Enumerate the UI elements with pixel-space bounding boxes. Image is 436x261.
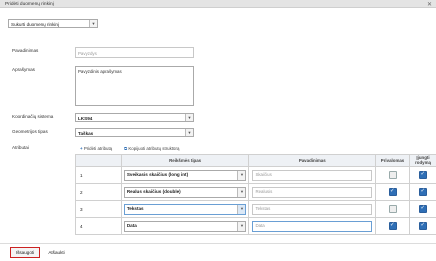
close-icon[interactable]: ✕	[427, 1, 432, 8]
name-label: Pavadinimas	[12, 48, 39, 53]
type-select[interactable]: Data ▼	[123, 220, 247, 232]
attribute-name-placeholder: Realusis	[255, 189, 273, 194]
save-button[interactable]: Išsaugoti	[10, 247, 40, 258]
name-input[interactable]: Pavyzdys	[75, 47, 194, 58]
window-titlebar	[0, 0, 436, 8]
name-input-placeholder: Pavyzdys	[78, 51, 97, 56]
required-cell	[375, 183, 410, 201]
show-checkbox[interactable]	[419, 188, 427, 196]
show-cell	[409, 200, 436, 218]
row-number: 3	[75, 200, 122, 218]
type-select[interactable]: Tekstas ▼	[123, 203, 247, 215]
required-checkbox[interactable]	[388, 222, 397, 230]
create-dataset-dropdown-value: Sukurti duomenų rinkinį	[11, 21, 60, 27]
show-checkbox[interactable]	[419, 222, 427, 230]
type-cell: Sveikasis skaičius (long int) ▼	[120, 166, 250, 184]
geometry-select[interactable]: Taškas ▼	[75, 128, 194, 137]
crs-select-value: LKS94	[78, 115, 93, 121]
geometry-label: Geometrijos tipas	[12, 129, 48, 134]
required-cell	[375, 166, 410, 184]
required-cell	[375, 217, 410, 235]
attribute-name-placeholder: Data	[255, 223, 265, 228]
type-select[interactable]: Sveikasis skaičius (long int) ▼	[123, 169, 247, 181]
name-cell: Realusis	[248, 183, 377, 201]
chevron-down-icon: ▼	[185, 129, 193, 136]
crs-label: Koordinačių sistema	[12, 114, 54, 119]
table-row: 2 Realus skaičius (double) ▼ Realusis	[75, 183, 436, 201]
required-checkbox[interactable]	[388, 205, 397, 213]
attributes-table: Reikšmės tipas Pavadinimas Privalomas Įj…	[75, 154, 436, 235]
header-name: Pavadinimas	[248, 154, 377, 167]
table-header: Reikšmės tipas Pavadinimas Privalomas Įj…	[75, 154, 436, 167]
type-select-value: Data	[126, 223, 137, 228]
row-number: 2	[75, 183, 122, 201]
header-show-line2: rodymą	[415, 159, 431, 165]
type-select-value: Sveikasis skaičius (long int)	[126, 172, 189, 177]
type-select[interactable]: Realus skaičius (double) ▼	[123, 186, 247, 198]
chevron-down-icon: ▼	[237, 170, 246, 180]
copy-structure-button[interactable]: ⧉ Kopijuoti atributų struktūrą	[124, 146, 179, 151]
description-label: Aprašymas	[12, 67, 35, 72]
add-attribute-label: Pridėti atributą	[83, 146, 113, 151]
table-row: 3 Tekstas ▼ Tekstas	[75, 200, 436, 218]
chevron-down-icon: ▼	[237, 187, 246, 197]
table-row: 1 Sveikasis skaičius (long int) ▼ Skaiči…	[75, 166, 436, 184]
copy-structure-label: Kopijuoti atributų struktūrą	[128, 146, 180, 151]
required-cell	[375, 200, 410, 218]
chevron-down-icon: ▼	[89, 20, 97, 27]
type-cell: Realus skaičius (double) ▼	[120, 183, 250, 201]
copy-icon: ⧉	[124, 146, 128, 151]
type-cell: Tekstas ▼	[120, 200, 250, 218]
required-checkbox[interactable]	[388, 171, 397, 179]
row-number: 1	[75, 166, 122, 184]
description-textarea[interactable]: Pavyzdinis aprašymas	[75, 66, 194, 106]
header-num	[75, 154, 122, 167]
show-checkbox[interactable]	[419, 205, 427, 213]
type-cell: Data ▼	[120, 217, 250, 235]
attribute-name-input[interactable]: Realusis	[252, 186, 373, 198]
show-cell	[409, 183, 436, 201]
attribute-name-input[interactable]: Data	[252, 220, 373, 232]
crs-select[interactable]: LKS94 ▼	[75, 113, 194, 122]
header-type: Reikšmės tipas	[120, 154, 250, 167]
type-select-value: Realus skaičius (double)	[126, 189, 181, 194]
add-attribute-button[interactable]: + Pridėti atributą	[80, 146, 112, 151]
footer-divider	[0, 243, 436, 244]
name-cell: Data	[248, 217, 377, 235]
show-cell	[409, 217, 436, 235]
name-cell: Tekstas	[248, 200, 377, 218]
cancel-button[interactable]: Atšaukti	[44, 247, 69, 258]
show-cell	[409, 166, 436, 184]
type-select-value: Tekstas	[126, 206, 144, 211]
row-number: 4	[75, 217, 122, 235]
attribute-name-input[interactable]: Skaičius	[252, 169, 373, 181]
attributes-label: Atributai	[12, 145, 29, 150]
chevron-down-icon: ▼	[237, 204, 246, 214]
table-row: 4 Data ▼ Data	[75, 217, 436, 235]
plus-icon: +	[80, 146, 83, 151]
chevron-down-icon: ▼	[185, 114, 193, 121]
geometry-select-value: Taškas	[78, 130, 94, 136]
show-checkbox[interactable]	[419, 171, 427, 179]
window-title: Pridėti duomenų rinkinį	[5, 1, 54, 7]
attribute-name-placeholder: Skaičius	[255, 172, 272, 177]
required-checkbox[interactable]	[388, 188, 397, 196]
attribute-name-placeholder: Tekstas	[255, 206, 271, 211]
chevron-down-icon: ▼	[237, 221, 246, 231]
attribute-name-input[interactable]: Tekstas	[252, 203, 373, 215]
create-dataset-dropdown[interactable]: Sukurti duomenų rinkinį ▼	[8, 19, 98, 28]
header-show: Įjungti rodymą	[409, 154, 436, 167]
name-cell: Skaičius	[248, 166, 377, 184]
description-text: Pavyzdinis aprašymas	[78, 69, 122, 74]
header-required: Privalomas	[375, 154, 410, 167]
